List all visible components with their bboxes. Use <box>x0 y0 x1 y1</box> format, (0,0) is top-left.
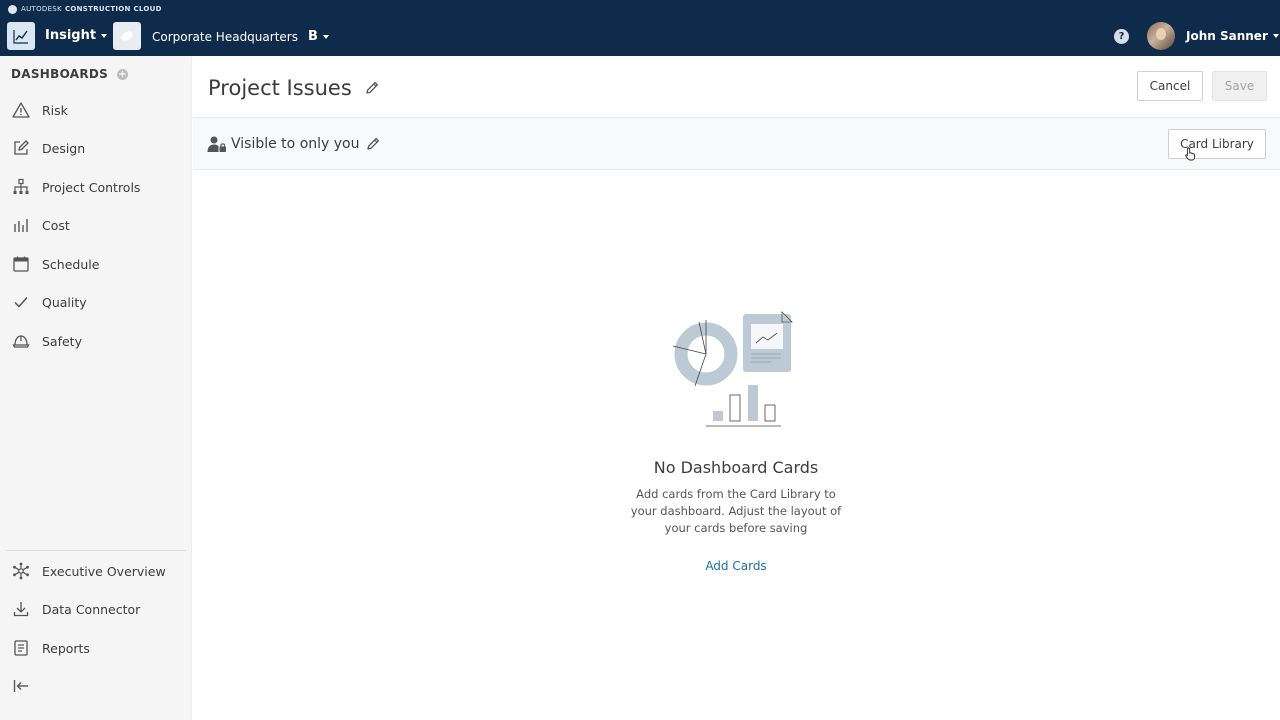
empty-state-illustration <box>671 310 801 432</box>
chevron-down-icon <box>322 34 329 39</box>
user-name: John Sanner <box>1186 29 1268 43</box>
visibility-text: Visible to only you <box>231 136 360 152</box>
project-thumbnail[interactable] <box>113 22 141 50</box>
sidebar-item-label: Cost <box>42 217 70 233</box>
sidebar-item-label: Risk <box>42 102 68 118</box>
autodesk-logo-icon <box>8 4 17 14</box>
sidebar-item-data-connector[interactable]: Data Connector <box>0 592 192 626</box>
user-menu[interactable]: John Sanner <box>1186 29 1279 43</box>
sidebar-item-reports[interactable]: Reports <box>0 631 192 665</box>
report-icon <box>14 640 28 656</box>
project-logo-icon <box>121 31 133 41</box>
sidebar: DASHBOARDS + Risk Design Project Control… <box>0 56 192 720</box>
project-name: Corporate Headquarters <box>152 29 298 44</box>
brand-autodesk: AUTODESK <box>21 5 62 13</box>
sidebar-item-label: Project Controls <box>42 179 141 195</box>
sidebar-item-risk[interactable]: Risk <box>0 93 192 127</box>
empty-state-title: No Dashboard Cards <box>653 458 819 477</box>
sidebar-item-cost[interactable]: Cost <box>0 208 192 242</box>
network-icon <box>13 562 29 580</box>
save-button[interactable]: Save <box>1212 71 1267 101</box>
add-dashboard-icon[interactable]: + <box>117 68 129 80</box>
project-switcher[interactable]: Corporate Headquarters B <box>152 29 329 44</box>
sidebar-item-schedule[interactable]: Schedule <box>0 247 192 281</box>
top-header: AUTODESK CONSTRUCTION CLOUD Insight Corp… <box>0 0 1280 56</box>
private-user-icon <box>207 135 227 157</box>
card-library-button[interactable]: Card Library <box>1168 129 1266 159</box>
download-icon <box>13 602 29 617</box>
brand-logo: AUTODESK CONSTRUCTION CLOUD <box>8 3 162 15</box>
sidebar-item-executive-overview[interactable]: Executive Overview <box>0 554 192 588</box>
brand-product: CONSTRUCTION CLOUD <box>64 5 162 13</box>
hierarchy-icon <box>13 178 29 194</box>
chevron-down-icon <box>1272 34 1279 38</box>
hardhat-icon <box>12 335 30 348</box>
app-tile[interactable] <box>7 22 35 50</box>
warning-icon <box>12 102 30 118</box>
project-mark: B <box>307 29 318 44</box>
sidebar-item-label: Schedule <box>42 256 100 272</box>
avatar[interactable] <box>1147 22 1175 50</box>
sidebar-item-label: Executive Overview <box>42 563 166 579</box>
bar-chart-illustration <box>713 411 723 421</box>
sidebar-item-project-controls[interactable]: Project Controls <box>0 170 192 204</box>
bar-chart-icon <box>14 219 28 232</box>
page-title: Project Issues <box>208 76 380 100</box>
add-cards-link[interactable]: Add Cards <box>686 559 786 573</box>
dashboard-title: Project Issues <box>208 76 352 100</box>
collapse-left-icon <box>13 680 28 692</box>
sidebar-item-label: Design <box>42 140 86 156</box>
sidebar-item-safety[interactable]: Safety <box>0 324 192 358</box>
dashboards-heading: DASHBOARDS <box>11 67 109 81</box>
sidebar-item-label: Quality <box>42 294 87 310</box>
sidebar-item-label: Reports <box>42 640 90 656</box>
sidebar-title: DASHBOARDS + <box>11 67 129 81</box>
line-chart-icon <box>13 30 28 44</box>
sidebar-item-design[interactable]: Design <box>0 131 192 165</box>
help-icon[interactable]: ? <box>1114 29 1129 44</box>
main-content: Project Issues Cancel Save Visible to on… <box>193 56 1280 720</box>
checkmark-icon <box>14 297 28 308</box>
sidebar-item-quality[interactable]: Quality <box>0 285 192 319</box>
edit-title-icon[interactable] <box>364 80 380 96</box>
visibility-bar: Visible to only you Card Library <box>193 117 1280 170</box>
app-name: Insight <box>45 28 97 43</box>
sidebar-divider <box>6 550 186 551</box>
chevron-down-icon <box>101 33 108 38</box>
calendar-icon <box>13 256 29 272</box>
edit-visibility-icon[interactable] <box>365 136 381 156</box>
app-switcher[interactable]: Insight <box>45 28 108 43</box>
collapse-sidebar-button[interactable] <box>0 669 192 703</box>
hand-cursor-icon <box>1185 146 1197 165</box>
empty-state-description: Add cards from the Card Library to your … <box>630 487 842 535</box>
sidebar-item-label: Data Connector <box>42 601 141 617</box>
cancel-button[interactable]: Cancel <box>1137 71 1203 101</box>
sidebar-item-label: Safety <box>42 333 82 349</box>
edit-square-icon <box>14 140 29 155</box>
